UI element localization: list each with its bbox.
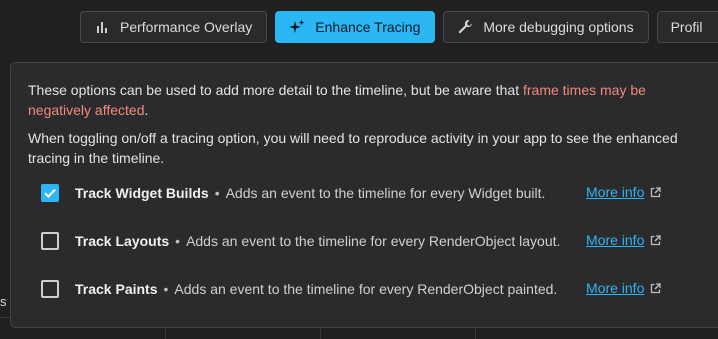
enhance-tracing-button[interactable]: Enhance Tracing [275,11,436,43]
external-link-icon [650,234,662,246]
intro-paragraph: These options can be used to add more de… [28,80,698,120]
track-layouts-checkbox[interactable] [41,232,59,250]
option-description: Adds an event to the timeline for every … [225,185,546,201]
more-debugging-options-label: More debugging options [483,19,634,35]
track-paints-more-info-link[interactable]: More info [586,280,662,296]
external-link-icon [650,186,662,198]
intro-end-text: . [144,102,149,118]
option-name: Track Widget Builds [75,185,209,201]
option-description: Adds an event to the timeline for every … [186,233,561,249]
sparkle-icon [289,19,305,35]
enhance-tracing-label: Enhance Tracing [315,19,421,35]
page: s 6 Performance Overlay Enhance Tracing [0,0,718,339]
option-description: Adds an event to the timeline for every … [174,281,558,297]
track-widget-builds-checkbox[interactable] [41,184,59,202]
option-separator: • [214,185,220,201]
external-link-icon [650,282,662,294]
more-info-label: More info [586,184,645,200]
profile-button-label: Profil [670,19,703,35]
background-edge-text-left: s [0,294,7,309]
wrench-icon [457,19,473,35]
toolbar: Performance Overlay Enhance Tracing More… [80,11,718,45]
track-paints-checkbox[interactable] [41,280,59,298]
more-info-label: More info [586,280,645,296]
toggle-info-paragraph: When toggling on/off a tracing option, y… [28,130,678,166]
profile-button[interactable]: Profil [656,11,718,43]
performance-overlay-label: Performance Overlay [120,19,253,35]
more-info-label: More info [586,232,645,248]
bar-chart-icon [94,19,110,35]
intro-text: These options can be used to add more de… [28,82,523,98]
enhance-tracing-popup: These options can be used to add more de… [10,62,718,328]
more-debugging-options-button[interactable]: More debugging options [443,11,649,43]
option-separator: • [163,281,169,297]
check-icon [44,188,56,199]
track-layouts-more-info-link[interactable]: More info [586,232,662,248]
option-separator: • [175,233,181,249]
performance-overlay-button[interactable]: Performance Overlay [80,11,268,43]
option-name: Track Layouts [75,233,170,249]
track-widget-builds-more-info-link[interactable]: More info [586,184,662,200]
option-name: Track Paints [75,281,158,297]
